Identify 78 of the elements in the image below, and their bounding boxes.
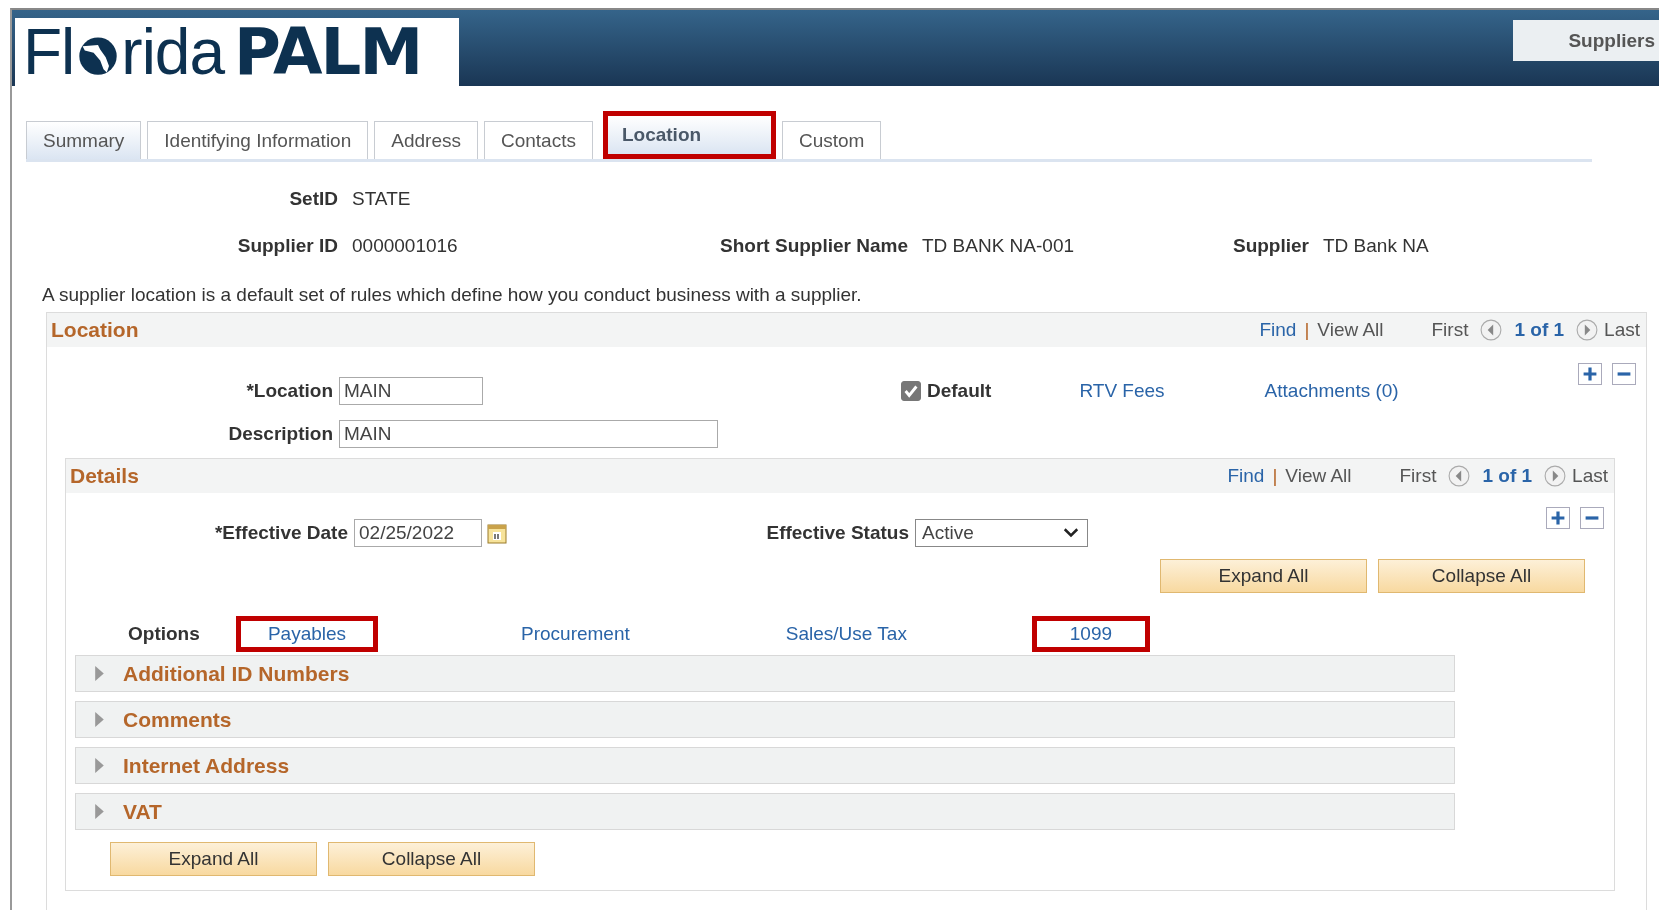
section-title: Additional ID Numbers [123, 661, 350, 686]
attachments-link[interactable]: Attachments (0) [1264, 380, 1399, 402]
tab[interactable]: Contacts [483, 121, 593, 159]
tab[interactable]: Custom [781, 121, 882, 159]
field-label: Description [227, 423, 333, 445]
suppliers-button[interactable]: Suppliers [1513, 20, 1659, 61]
field-label: *Location [245, 380, 333, 402]
field-label: Supplier ID [236, 235, 338, 257]
option-link[interactable]: 1099 [1031, 616, 1150, 652]
previous-icon[interactable] [1448, 465, 1471, 487]
expand-icon[interactable] [94, 666, 105, 681]
view-all-link[interactable]: View All [1285, 465, 1352, 487]
add-row-button[interactable] [1578, 363, 1602, 385]
field-value: TD BANK NA-001 [922, 235, 1076, 257]
expand-collapse-button[interactable]: Collapse All [328, 842, 535, 876]
field-value: 0000001016 [352, 235, 459, 257]
date-field[interactable]: 02/25/2022 [354, 519, 482, 547]
separator: | [1272, 465, 1278, 487]
field-label: *Effective Date [213, 522, 348, 544]
add-row-button[interactable] [1546, 507, 1570, 529]
expand-collapse-button[interactable]: Expand All [1160, 559, 1367, 593]
section-title: Comments [123, 707, 232, 732]
option-link[interactable]: Procurement [516, 616, 635, 652]
section-title: Location [51, 318, 139, 342]
previous-icon[interactable] [1480, 319, 1503, 341]
field-value: TD Bank NA [1323, 235, 1429, 257]
delete-row-button[interactable] [1580, 507, 1604, 529]
caret-icon [1063, 528, 1079, 538]
options-label: Options [128, 623, 201, 645]
delete-row-button[interactable] [1612, 363, 1636, 385]
find-link[interactable]: Find [1227, 465, 1265, 487]
expand-icon[interactable] [94, 712, 105, 727]
expand-icon[interactable] [94, 804, 105, 819]
description-text: A supplier location is a default set of rules which define how you conduct business with a supplier. [42, 284, 863, 306]
section-title: Details [70, 464, 139, 488]
field-label: Effective Status [765, 522, 909, 544]
next-icon[interactable] [1544, 465, 1567, 487]
last-label: Last [1572, 465, 1608, 487]
section-title: VAT [123, 799, 162, 824]
view-all-link[interactable]: View All [1317, 319, 1384, 341]
page-count: 1 of 1 [1514, 319, 1565, 341]
expand-collapse-button[interactable]: Expand All [110, 842, 317, 876]
first-label: First [1431, 319, 1469, 341]
expand-collapse-button[interactable]: Collapse All [1378, 559, 1585, 593]
expand-icon[interactable] [94, 758, 105, 773]
plus-icon [1549, 510, 1567, 526]
logo-text: PALM [234, 20, 422, 84]
location-field[interactable]: MAIN [339, 377, 483, 405]
tab[interactable]: Summary [26, 121, 142, 159]
tab[interactable]: Location [602, 111, 776, 159]
collapsible-section[interactable]: Comments [75, 701, 1455, 738]
option-link[interactable]: Sales/Use Tax [780, 616, 912, 652]
field-value: STATE [352, 188, 411, 210]
collapsible-section[interactable]: Additional ID Numbers [75, 655, 1455, 692]
description-field[interactable]: MAIN [339, 420, 718, 448]
field-label: Supplier [1232, 235, 1309, 257]
tab[interactable]: Address [374, 121, 478, 159]
section-title: Internet Address [123, 753, 290, 778]
separator: | [1304, 319, 1310, 341]
next-icon[interactable] [1576, 319, 1599, 341]
rtv-fees-link[interactable]: RTV Fees [1079, 380, 1165, 402]
checkbox-label: Default [927, 380, 992, 402]
logo-text: Fl [23, 20, 75, 84]
last-label: Last [1604, 319, 1640, 341]
collapsible-section[interactable]: Internet Address [75, 747, 1455, 784]
status-dropdown[interactable]: Active [915, 519, 1088, 547]
default-checkbox[interactable] [901, 381, 921, 401]
option-link[interactable]: Payables [236, 616, 378, 652]
find-link[interactable]: Find [1259, 319, 1297, 341]
field-label: SetID [288, 188, 338, 210]
plus-icon [1581, 366, 1599, 382]
page-count: 1 of 1 [1482, 465, 1533, 487]
logo-text: rida [121, 20, 225, 84]
calendar-icon[interactable] [487, 522, 507, 544]
collapsible-section[interactable]: VAT [75, 793, 1455, 830]
field-label: Short Supplier Name [719, 235, 908, 257]
first-label: First [1399, 465, 1437, 487]
tab[interactable]: Identifying Information [147, 121, 369, 159]
